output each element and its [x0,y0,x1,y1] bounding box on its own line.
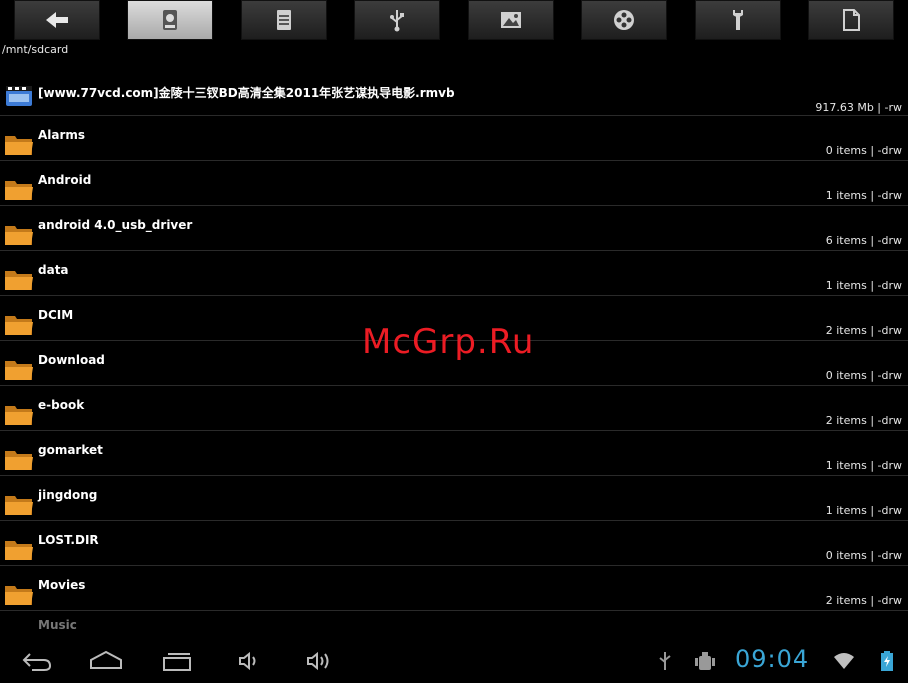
folder-icon [5,181,33,200]
battery-charging-icon [881,651,893,671]
list-item[interactable]: gomarket 1 items | -drw [0,431,908,476]
folder-meta: 1 items | -drw [825,504,902,517]
wifi-icon [834,653,854,669]
volume-down-icon [239,651,256,671]
current-path: /mnt/sdcard [2,43,69,56]
usb-icon [390,10,405,32]
volume-up-icon [307,651,329,671]
folder-name: LOST.DIR [38,533,99,547]
home-nav-button[interactable] [88,648,124,674]
folder-icon [5,361,33,380]
folder-meta: 1 items | -drw [825,279,902,292]
folder-name: android 4.0_usb_driver [38,218,193,232]
folder-name: data [38,263,69,277]
recent-apps-button[interactable] [160,648,194,674]
videos-tab-button[interactable] [581,0,668,40]
folder-meta: 0 items | -drw [825,549,902,562]
battery-status-indicator [880,651,894,671]
folder-name: Movies [38,578,86,592]
video-file-icon [6,86,32,106]
blank-file-icon [842,9,860,31]
folder-name: Music [38,618,77,632]
back-nav-button[interactable] [20,648,54,674]
folder-name: gomarket [38,443,103,457]
folder-name: e-book [38,398,85,412]
tools-tab-button[interactable] [694,0,781,40]
folder-icon [5,541,33,560]
usb-tab-button[interactable] [354,0,441,40]
volume-down-button[interactable] [236,648,262,674]
folder-icon [5,226,33,245]
recent-apps-icon [163,653,191,671]
file-meta: 917.63 Mb | -rw [815,101,902,114]
list-item[interactable]: LOST.DIR 0 items | -drw [0,521,908,566]
list-item[interactable]: [www.77vcd.com]金陵十三钗BD高清全集2011年张艺谋执导电影.r… [0,70,908,116]
folder-meta: 1 items | -drw [825,189,902,202]
folder-icon [5,136,33,155]
list-item[interactable]: Music [0,611,908,640]
usb-status-indicator [656,648,674,674]
image-icon [500,12,521,28]
list-item[interactable]: Alarms 0 items | -drw [0,116,908,161]
folder-meta: 0 items | -drw [825,144,902,157]
wrench-icon [732,10,743,30]
images-tab-button[interactable] [467,0,554,40]
list-item[interactable]: Android 1 items | -drw [0,161,908,206]
watermark: McGrp.Ru [362,322,535,362]
top-toolbar [0,0,908,40]
film-reel-icon [614,10,635,30]
folder-icon [5,586,33,605]
new-file-tab-button[interactable] [807,0,894,40]
folder-meta: 6 items | -drw [825,234,902,247]
usb-status-icon [659,652,671,670]
folder-meta: 2 items | -drw [825,324,902,337]
home-icon [90,650,122,669]
folder-meta: 1 items | -drw [825,459,902,472]
wifi-status-indicator [832,651,856,671]
list-item[interactable]: android 4.0_usb_driver 6 items | -drw [0,206,908,251]
folder-icon [5,451,33,470]
file-name: [www.77vcd.com]金陵十三钗BD高清全集2011年张艺谋执导电影.r… [38,86,455,100]
list-item[interactable]: data 1 items | -drw [0,251,908,296]
folder-name: Alarms [38,128,86,142]
folder-meta: 0 items | -drw [825,369,902,382]
sdcard-tab-button[interactable] [127,0,214,40]
documents-tab-button[interactable] [240,0,327,40]
status-clock: 09:04 [735,645,810,673]
folder-name: Download [38,353,105,367]
folder-icon [5,316,33,335]
volume-up-button[interactable] [304,648,334,674]
android-debug-icon [695,652,715,670]
folder-icon [5,406,33,425]
back-nav-icon [22,653,52,671]
folder-name: DCIM [38,308,74,322]
list-item[interactable]: e-book 2 items | -drw [0,386,908,431]
list-item[interactable]: Movies 2 items | -drw [0,566,908,611]
back-button[interactable] [14,0,100,40]
folder-name: jingdong [38,488,98,502]
back-arrow-icon [46,12,68,28]
list-item[interactable]: jingdong 1 items | -drw [0,476,908,521]
folder-icon [5,496,33,515]
folder-name: Android [38,173,92,187]
document-icon [276,10,291,30]
folder-meta: 2 items | -drw [825,594,902,607]
sdcard-storage-icon [163,10,178,30]
folder-icon [5,271,33,290]
folder-meta: 2 items | -drw [825,414,902,427]
debug-status-indicator [694,648,716,674]
